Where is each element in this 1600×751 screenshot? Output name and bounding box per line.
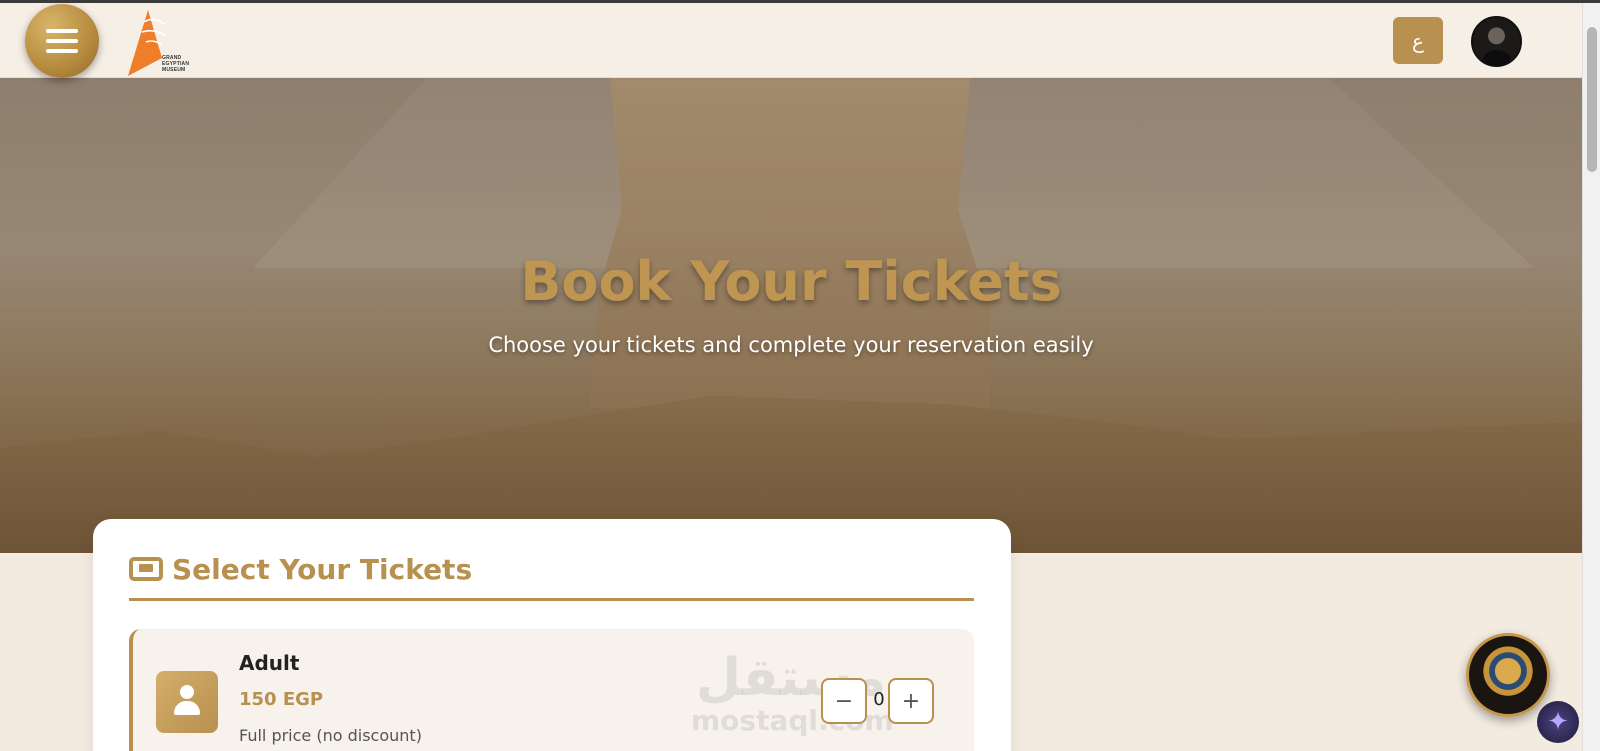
language-toggle-label: ع — [1412, 28, 1424, 53]
tickets-card-header: Select Your Tickets — [129, 555, 974, 601]
decrease-quantity-button[interactable]: − — [821, 678, 867, 724]
museum-logo[interactable]: GRAND EGYPTIAN MUSEUM — [122, 8, 194, 78]
person-icon — [156, 671, 218, 733]
increase-quantity-button[interactable]: + — [888, 678, 934, 724]
site-header: GRAND EGYPTIAN MUSEUM ع — [0, 3, 1582, 78]
hamburger-menu-button[interactable] — [25, 4, 99, 78]
ticket-row-adult: Adult 150 EGP Full price (no discount) م… — [129, 629, 974, 751]
scrollbar-thumb[interactable] — [1587, 27, 1597, 172]
ticket-price: 150 EGP — [239, 689, 324, 710]
hero-title: Book Your Tickets — [520, 250, 1062, 313]
tickets-card-title: Select Your Tickets — [172, 553, 473, 586]
logo-text: GRAND EGYPTIAN MUSEUM — [162, 55, 190, 73]
ticket-name: Adult — [239, 651, 300, 675]
sparkle-ai-button[interactable]: ✦ — [1537, 701, 1579, 743]
hero-sphinx-image — [590, 78, 990, 408]
tickets-card: Select Your Tickets Adult 150 EGP Full p… — [93, 519, 1011, 751]
minus-icon: − — [834, 688, 854, 714]
pharaoh-assistant-button[interactable] — [1466, 633, 1550, 717]
user-avatar[interactable] — [1471, 16, 1522, 67]
hero-subtitle: Choose your tickets and complete your re… — [488, 333, 1094, 357]
page-scrollbar[interactable] — [1582, 3, 1600, 751]
quantity-value: 0 — [873, 689, 885, 710]
hamburger-icon — [46, 23, 78, 59]
sparkle-icon: ✦ — [1547, 707, 1569, 737]
hero-banner: Book Your Tickets Choose your tickets an… — [0, 78, 1582, 553]
ticket-description: Full price (no discount) — [239, 726, 422, 745]
language-toggle-button[interactable]: ع — [1393, 17, 1443, 64]
ticket-icon — [129, 557, 163, 581]
plus-icon: + — [901, 688, 921, 714]
window-top-border — [0, 0, 1600, 3]
